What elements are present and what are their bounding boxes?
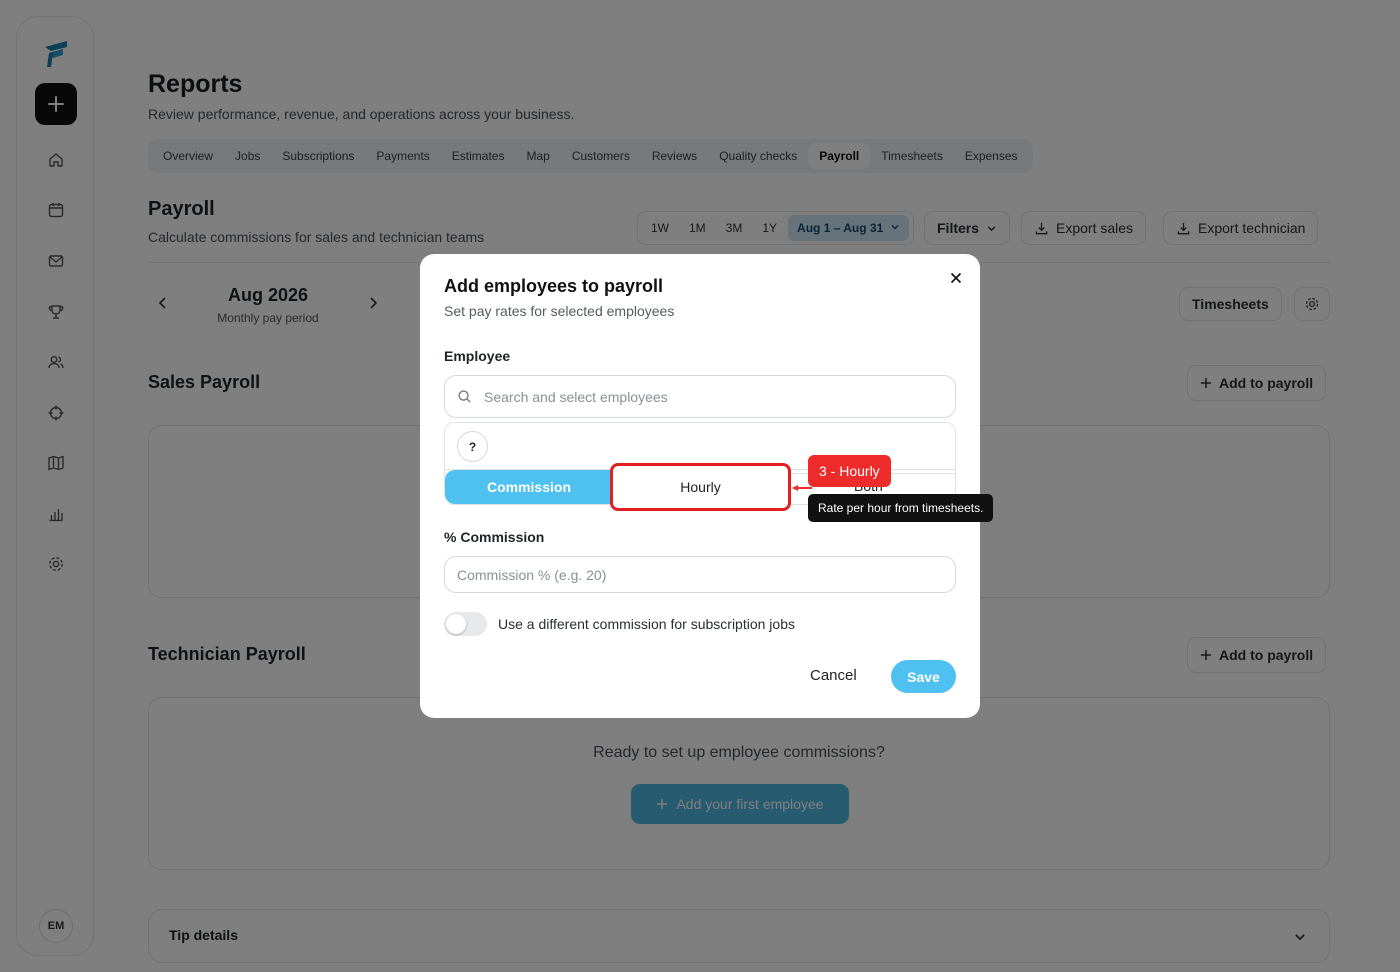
employee-label: Employee: [444, 348, 511, 364]
employee-search-input[interactable]: Search and select employees: [444, 375, 956, 418]
toggle-knob: [446, 614, 466, 634]
commission-input[interactable]: Commission % (e.g. 20): [444, 556, 956, 593]
pay-type-commission[interactable]: Commission: [445, 470, 613, 504]
modal-title: Add employees to payroll: [444, 276, 664, 296]
modal-subtitle: Set pay rates for selected employees: [444, 303, 675, 319]
annotation-badge: 3 - Hourly: [808, 455, 891, 487]
close-icon: [950, 272, 962, 284]
subscription-commission-toggle[interactable]: [444, 612, 487, 636]
save-button[interactable]: Save: [891, 660, 956, 693]
annotation-arrow-icon: [792, 485, 812, 491]
cancel-button[interactable]: Cancel: [810, 667, 857, 684]
tooltip: Rate per hour from timesheets.: [808, 494, 994, 522]
search-placeholder: Search and select employees: [484, 388, 668, 405]
add-employees-modal: Add employees to payroll Set pay rates f…: [420, 254, 980, 718]
employee-chip[interactable]: ?: [457, 431, 488, 462]
pay-type-hourly[interactable]: Hourly: [610, 463, 791, 511]
toggle-label: Use a different commission for subscript…: [498, 616, 795, 632]
commission-label: % Commission: [444, 529, 545, 545]
close-button[interactable]: [946, 268, 966, 288]
search-icon: [458, 390, 471, 403]
